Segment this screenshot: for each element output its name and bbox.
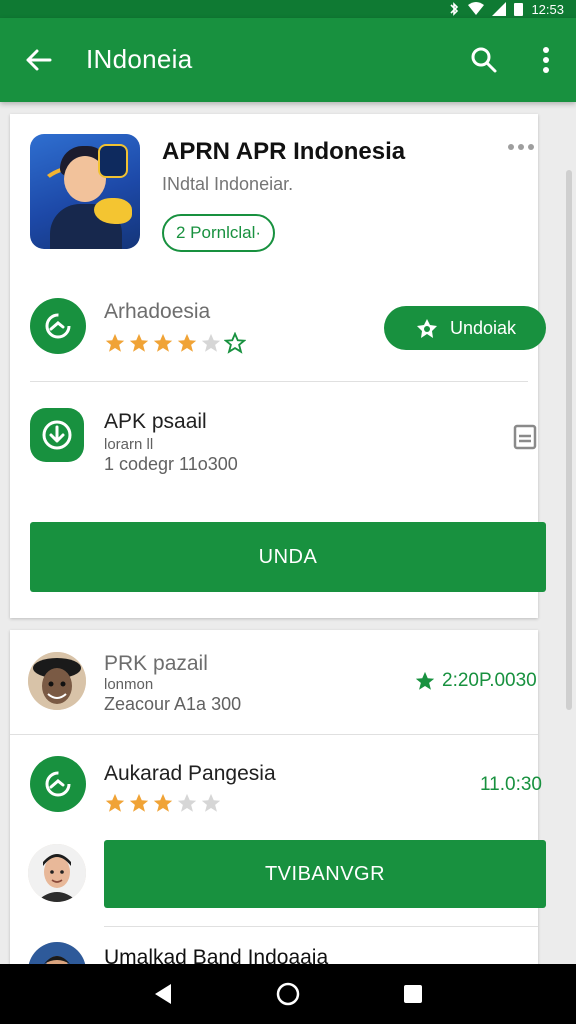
page-title: INdoneia [86,44,193,74]
update-app-icon [30,756,86,812]
app-subtitle: INdtal Indoneiar. [162,174,294,194]
nav-home-button[interactable] [268,974,308,1014]
search-icon [471,47,497,73]
avatar[interactable] [28,844,86,902]
signal-icon [492,2,507,16]
divider [10,734,538,735]
search-button[interactable] [466,42,502,78]
undoiak-button[interactable]: Undoiak [384,306,546,350]
list-item-1-title: PRK pazail [104,652,208,675]
star-filled-icon [153,793,173,812]
list-item-1-line3: Zeacour A1a 300 [104,694,242,714]
app-title: APRN APR Indonesia [162,138,406,165]
star-icon [415,671,435,690]
nav-back-button[interactable] [143,974,183,1014]
star-filled-icon [177,333,197,352]
row2-line2: lorarn ll [104,436,154,453]
star-empty-icon [177,793,197,812]
nav-recents-button[interactable] [393,974,433,1014]
app-list-card: PRK pazail lonmon Zeacour A1a 300 2:20P.… [10,630,546,1000]
update-app-icon [30,298,86,354]
refresh-icon [45,313,71,339]
star-filled-icon [129,793,149,812]
list-item-1-line2: lonmon [104,676,154,693]
back-button[interactable] [20,42,56,78]
wifi-icon [468,2,485,15]
star-empty-icon [201,793,221,812]
list-item-2-price: 11.0:30 [480,774,542,795]
secondary-button[interactable]: TVIBANVGR [104,840,546,908]
system-nav-bar [0,964,576,1024]
list-item-2-title: Aukarad Pangesia [104,762,276,785]
app-bar: INdoneia [0,18,576,102]
battery-icon [514,3,524,16]
scrollbar[interactable] [566,170,572,710]
row1-rating [104,332,246,354]
download-app-icon [30,408,84,462]
circle-home-icon [276,982,300,1006]
list-item-2-rating [104,792,222,814]
row2-line3: 1 codegr 11o300 [104,454,238,474]
book-icon[interactable] [512,424,538,450]
download-icon [42,420,72,450]
row1-title: Arhadoesia [104,300,211,323]
status-bar: 12:53 [0,0,576,18]
bluetooth-icon [450,2,459,16]
star-empty-icon [201,333,221,352]
person-avatar-icon [28,844,86,902]
star-filled-icon [153,333,173,352]
star-filled-icon [105,333,125,352]
list-item-1-price: 2:20P.0030 [414,670,537,692]
app-detail-card: APRN APR Indonesia INdtal Indoneiar. 2 P… [10,114,546,618]
star-badge-icon [416,319,437,338]
row2-title: APK psaail [104,410,207,433]
more-vertical-icon [543,47,549,73]
refresh-icon [45,771,71,797]
more-options-button[interactable] [528,42,564,78]
category-chip[interactable]: 2 Pornlclal· [162,214,276,252]
primary-button[interactable]: UNDA [30,522,546,592]
undoiak-button-label: Undoiak [449,317,517,338]
app-icon[interactable] [30,134,140,249]
pirate-avatar-icon [28,652,86,710]
star-filled-icon [129,333,149,352]
status-time: 12:53 [531,1,564,17]
square-recents-icon [404,985,423,1003]
star-filled-icon [105,793,125,812]
arrow-left-icon [26,49,52,71]
triangle-back-icon [154,984,171,1004]
card-menu-button[interactable] [508,144,534,150]
avatar[interactable] [28,652,86,710]
more-horizontal-icon [508,144,514,150]
star-empty-icon [224,332,246,354]
divider [30,381,528,382]
divider [104,926,538,927]
